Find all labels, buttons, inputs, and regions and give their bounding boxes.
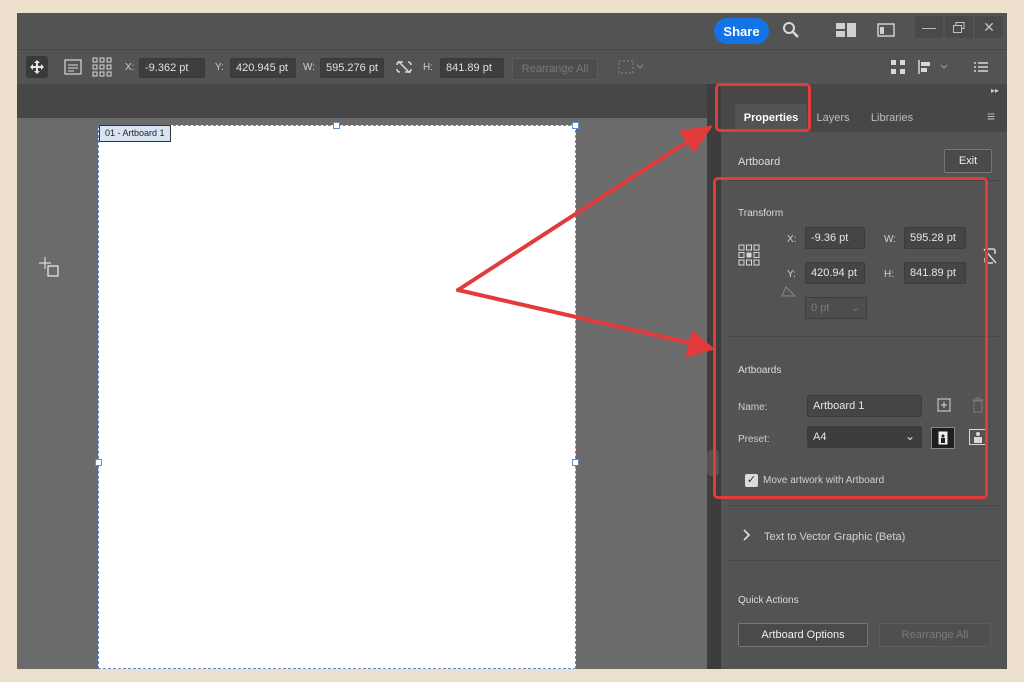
h-label: H: (423, 62, 433, 73)
annotation-box-properties-tab (715, 83, 811, 132)
tab-layers[interactable]: Layers (811, 104, 855, 132)
artboard-handle-left[interactable] (95, 459, 102, 466)
title-bar: Share — ✕ (17, 13, 1007, 47)
search-icon[interactable] (780, 20, 802, 40)
minimize-button[interactable]: — (915, 16, 943, 38)
artboard-handle-top[interactable] (333, 122, 340, 129)
artboard-name-tag[interactable]: 01 - Artboard 1 (99, 125, 171, 142)
w-label: W: (303, 62, 316, 73)
artboard-options-button[interactable]: Artboard Options (738, 623, 868, 647)
chevron-right-icon[interactable] (743, 529, 751, 544)
divider (729, 505, 999, 506)
rearrange-all-quick-button[interactable]: Rearrange All (879, 623, 991, 647)
collapse-panels-icon[interactable]: ▸▸ (991, 86, 999, 95)
y-label: Y: (215, 62, 224, 73)
distribute-dropdown-icon[interactable] (915, 56, 953, 78)
annotation-box-transform-artboards (713, 177, 988, 499)
h-input[interactable] (440, 58, 504, 78)
text-to-vector-label[interactable]: Text to Vector Graphic (Beta) (764, 531, 905, 543)
divider (729, 560, 999, 561)
artboard-options-icon[interactable] (62, 56, 84, 78)
w-input[interactable] (320, 58, 384, 78)
tab-libraries[interactable]: Libraries (859, 104, 925, 132)
artboard-section-title: Artboard (738, 156, 781, 168)
document-tab-strip (17, 84, 717, 118)
rearrange-all-button[interactable]: Rearrange All (512, 58, 598, 80)
x-label: X: (125, 62, 135, 73)
artboard[interactable] (98, 125, 576, 669)
close-button[interactable]: ✕ (975, 16, 1003, 38)
more-options-icon[interactable] (970, 56, 992, 78)
arrange-documents-icon[interactable] (875, 20, 897, 40)
control-bar: X: Y: W: H: Rearrange All (17, 49, 1007, 83)
y-input[interactable] (230, 58, 296, 78)
x-input[interactable] (139, 58, 205, 78)
align-dropdown-icon[interactable] (617, 56, 647, 78)
align-objects-icon[interactable] (887, 56, 909, 78)
workspace-layout-icon[interactable] (835, 20, 857, 40)
artboard-cursor-icon (39, 257, 61, 279)
artboard-handle-top-right[interactable] (572, 122, 579, 129)
restore-button[interactable] (945, 16, 973, 38)
reference-point-icon[interactable] (91, 56, 113, 78)
exit-button[interactable]: Exit (944, 149, 992, 173)
artboard-tool-icon[interactable] (26, 56, 48, 78)
quick-actions-title: Quick Actions (738, 595, 799, 606)
panel-menu-icon[interactable]: ≡ (987, 108, 1003, 124)
artboard-handle-right[interactable] (572, 459, 579, 466)
constrain-proportions-icon[interactable] (393, 56, 415, 78)
share-button[interactable]: Share (714, 18, 769, 44)
